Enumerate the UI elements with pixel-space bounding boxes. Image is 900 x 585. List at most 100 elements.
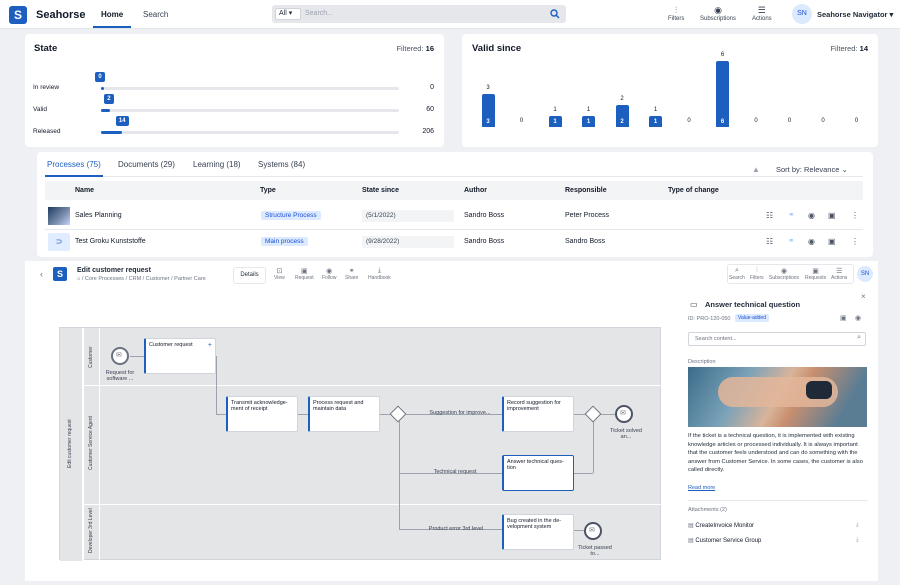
- tab-systems[interactable]: Systems (84): [258, 160, 305, 169]
- follow-button[interactable]: ◉ Follow: [322, 267, 336, 281]
- panel-filters-button[interactable]: ⫶ Filters: [750, 267, 764, 281]
- tab-documents[interactable]: Documents (29): [118, 160, 175, 169]
- chart-bar[interactable]: 1: [649, 116, 662, 127]
- col-type[interactable]: Type: [260, 187, 276, 194]
- user-menu[interactable]: Seahorse Navigator ▾: [817, 10, 893, 19]
- chart-bar[interactable]: 1: [582, 116, 595, 127]
- smartwatch-shape: [806, 381, 832, 399]
- gateway-exclusive[interactable]: [389, 405, 407, 423]
- panel-search-button[interactable]: ⌕ Search: [729, 267, 745, 281]
- panel-subscriptions-button[interactable]: ◉ Subscriptions: [769, 267, 799, 281]
- chart-bar[interactable]: 6: [716, 61, 729, 127]
- col-responsible[interactable]: Responsible: [565, 187, 607, 194]
- detail-panel: × ▭ Answer technical question ID: PRO-12…: [678, 290, 878, 580]
- subscriptions-button[interactable]: ◉ Subscriptions: [700, 5, 736, 22]
- eye-icon[interactable]: ◉: [808, 211, 815, 220]
- col-author[interactable]: Author: [464, 187, 487, 194]
- panel-search-input[interactable]: Search content... ⌕: [688, 332, 866, 346]
- avatar[interactable]: SN: [792, 4, 812, 24]
- chart-bar[interactable]: 1: [548, 116, 562, 127]
- app-logo[interactable]: S: [9, 6, 27, 24]
- download-icon[interactable]: ⤓: [856, 522, 859, 529]
- search-label: Search: [729, 275, 745, 281]
- task-process-request[interactable]: Process request and maintain data: [308, 396, 380, 432]
- bar-top-label: 0: [754, 118, 758, 124]
- filters-button[interactable]: ⫶ Filters: [668, 5, 684, 22]
- start-event[interactable]: ✉: [111, 347, 129, 365]
- panel-actions-button[interactable]: ☰ Actions: [831, 267, 847, 281]
- valid-since-chart: 33Jan0Feb11Mar11Apr22May11Jun0Jul66Aug0S…: [462, 34, 878, 170]
- bar-top-label: 0: [787, 118, 792, 124]
- col-name[interactable]: Name: [75, 187, 94, 194]
- nav-search[interactable]: Search: [143, 10, 168, 19]
- search-icon[interactable]: ⌕: [857, 334, 861, 342]
- request-button[interactable]: ▣ Request: [295, 267, 314, 281]
- compare-icon[interactable]: ☷: [766, 211, 773, 220]
- download-icon[interactable]: ⤓: [856, 537, 859, 544]
- search-input[interactable]: Search...: [305, 10, 333, 17]
- state-row-track[interactable]: [101, 87, 399, 90]
- back-icon[interactable]: ‹: [40, 269, 43, 279]
- attachment-2[interactable]: ▤ Customer Service Group: [688, 537, 761, 544]
- process-diagram[interactable]: Edit customer request Customer Customer …: [59, 327, 662, 561]
- handbook-button[interactable]: ⤓ Handbook: [368, 267, 391, 281]
- bar-top-label: 1: [653, 107, 658, 113]
- task-transmit-acknowledgement[interactable]: Transmit acknowledge-ment of receipt: [226, 396, 298, 432]
- chart-bar[interactable]: 3: [481, 94, 495, 127]
- col-type-of-change[interactable]: Type of change: [668, 187, 719, 194]
- process-title: Edit customer request: [77, 267, 151, 274]
- end-event-passed[interactable]: ✉: [584, 522, 602, 540]
- sort-select[interactable]: Sort by: Relevance ⌄: [776, 165, 848, 174]
- tab-learning[interactable]: Learning (18): [193, 160, 241, 169]
- plus-icon[interactable]: +: [208, 342, 212, 349]
- search-scope-select[interactable]: All ▾: [275, 8, 301, 20]
- more-icon[interactable]: ⋮: [851, 237, 859, 246]
- global-search[interactable]: All ▾ Search...: [272, 5, 566, 23]
- row-1-name[interactable]: Sales Planning: [75, 212, 122, 219]
- sort-direction-icon[interactable]: ▲: [752, 165, 760, 174]
- gateway-merge[interactable]: [584, 405, 602, 423]
- details-button[interactable]: Details: [233, 267, 266, 284]
- chevron-down-icon: ▾: [889, 10, 894, 19]
- eye-icon[interactable]: ◉: [808, 237, 815, 246]
- compare-icon[interactable]: ☷: [766, 237, 773, 246]
- row-2-name[interactable]: Test Groku Kunststoffe: [75, 238, 146, 245]
- read-more-link[interactable]: Read more: [688, 485, 715, 491]
- task-record-suggestion[interactable]: Record suggestion for improvement: [502, 396, 574, 432]
- end-event-solved[interactable]: ✉: [615, 405, 633, 423]
- actions-button[interactable]: ☰ Actions: [752, 5, 772, 22]
- follow-label: Follow: [322, 275, 337, 281]
- eye-icon[interactable]: ◉: [855, 314, 861, 322]
- link-icon[interactable]: ⚭: [788, 236, 795, 245]
- comment-icon[interactable]: ▣: [828, 211, 836, 220]
- row-1-responsible: Peter Process: [565, 212, 609, 219]
- state-row-track[interactable]: [101, 109, 399, 112]
- task-answer-technical-question[interactable]: Answer technical ques-tion: [502, 455, 574, 491]
- view-button[interactable]: ⊡ View: [274, 267, 285, 281]
- search-icon[interactable]: [550, 9, 560, 19]
- breadcrumb[interactable]: ⌂ / Core Processes / CRM / Customer / Pa…: [77, 276, 206, 282]
- chart-bar[interactable]: 2: [615, 105, 629, 127]
- bar-top-label: 1: [553, 107, 557, 113]
- task-customer-request[interactable]: Customer request +: [144, 338, 216, 374]
- more-icon[interactable]: ⋮: [851, 211, 859, 220]
- task-bug-created[interactable]: Bug created in the de-velopment system: [502, 514, 574, 550]
- bar-top-label: 2: [620, 96, 624, 102]
- panel-requests-button[interactable]: ▣ Requests: [805, 267, 826, 281]
- nav-home[interactable]: Home: [101, 10, 123, 19]
- col-state-since[interactable]: State since: [362, 187, 399, 194]
- state-row-fill: [101, 131, 122, 134]
- description-label: Description: [688, 359, 716, 365]
- avatar[interactable]: SN: [857, 266, 873, 282]
- comment-icon[interactable]: ▣: [828, 237, 836, 246]
- bar-top-label: 0: [854, 118, 859, 124]
- share-button[interactable]: ⚭ Share: [345, 267, 358, 281]
- tab-processes[interactable]: Processes (75): [47, 160, 101, 169]
- comment-icon[interactable]: ▣: [840, 314, 847, 322]
- state-row-track[interactable]: [101, 131, 399, 134]
- row-1-author: Sandro Boss: [464, 212, 505, 219]
- attachment-1[interactable]: ▤ CreateInvoice Monitor: [688, 522, 754, 529]
- search-icon: ⌕: [734, 267, 739, 274]
- close-icon[interactable]: ×: [861, 292, 866, 301]
- link-icon[interactable]: ⚭: [788, 210, 795, 219]
